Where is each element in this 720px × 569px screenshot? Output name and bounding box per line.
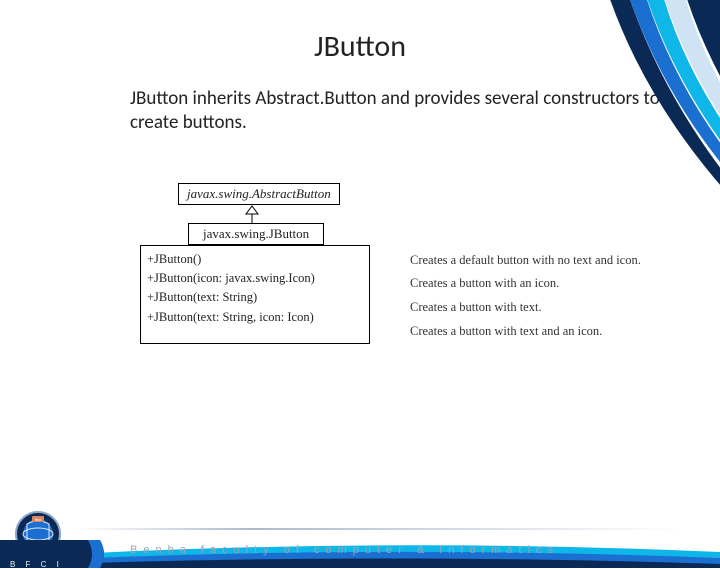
footer-text: Benha faculty of computer & Informatics xyxy=(130,544,559,556)
uml-constructor: +JButton(icon: javax.swing.Icon) xyxy=(147,269,363,288)
inheritance-arrow-icon xyxy=(244,205,720,223)
uml-constructor: +JButton(text: String) xyxy=(147,288,363,307)
uml-constructor-list: +JButton() +JButton(icon: javax.swing.Ic… xyxy=(140,245,370,344)
slide-footer: B F C I Bfci Benha faculty of computer &… xyxy=(0,510,720,568)
uml-description: Creates a button with text. xyxy=(410,296,641,320)
uml-class-name-box: javax.swing.JButton xyxy=(188,223,324,245)
footer-bfci-label: B F C I xyxy=(10,560,63,569)
svg-text:Bfci: Bfci xyxy=(35,517,42,522)
uml-abstract-class-name: javax.swing.AbstractButton xyxy=(187,186,331,201)
uml-constructor: +JButton(text: String, icon: Icon) xyxy=(147,308,363,327)
uml-description-list: Creates a default button with no text an… xyxy=(370,245,641,344)
uml-description: Creates a default button with no text an… xyxy=(410,249,641,273)
uml-abstract-class-box: javax.swing.AbstractButton xyxy=(178,183,340,205)
uml-class-name: javax.swing.JButton xyxy=(203,226,309,241)
uml-description: Creates a button with text and an icon. xyxy=(410,320,641,344)
uml-diagram: javax.swing.AbstractButton javax.swing.J… xyxy=(140,183,720,344)
uml-description: Creates a button with an icon. xyxy=(410,272,641,296)
uml-constructor: +JButton() xyxy=(147,250,363,269)
